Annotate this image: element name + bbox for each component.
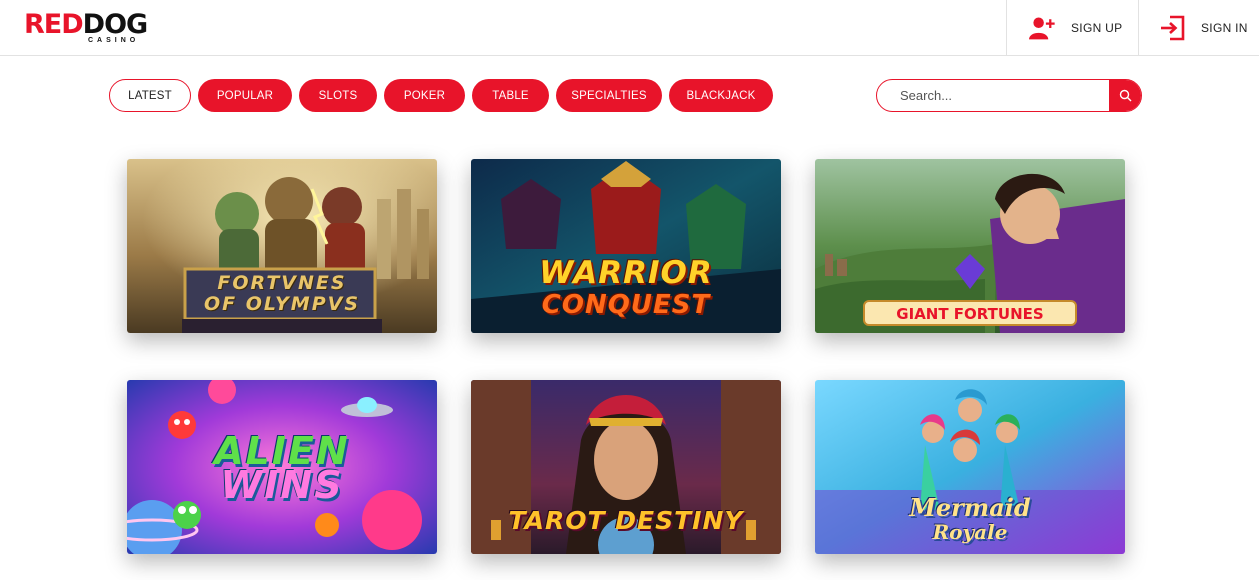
game-tile-tarot-destiny[interactable]: TAROT DESTINY: [471, 380, 781, 554]
game-tile-mermaid-royale[interactable]: Mermaid Royale: [815, 380, 1125, 554]
category-specialties[interactable]: SPECIALTIES: [556, 79, 662, 112]
top-header: REDDOG CASINO SIGN UP SIGN IN: [0, 0, 1259, 56]
search-box: [876, 79, 1142, 112]
search-button[interactable]: [1109, 80, 1141, 111]
category-slots[interactable]: SLOTS: [299, 79, 377, 112]
sign-up-button[interactable]: SIGN UP: [1006, 0, 1138, 56]
search-input[interactable]: [877, 80, 1109, 111]
game-title: FORTVNES OF OLYMPVS: [203, 272, 361, 315]
category-latest[interactable]: LATEST: [109, 79, 191, 112]
game-tile-warrior-conquest[interactable]: WARRIOR CONQUEST: [471, 159, 781, 333]
sign-in-button[interactable]: SIGN IN: [1138, 0, 1259, 56]
game-tile-fortunes-of-olympus[interactable]: FORTVNES OF OLYMPVS: [127, 159, 437, 333]
game-title: ALIEN WINS: [214, 429, 350, 507]
category-popular[interactable]: POPULAR: [198, 79, 292, 112]
sign-up-label: SIGN UP: [1071, 21, 1123, 35]
sign-in-icon: [1159, 14, 1187, 42]
game-tile-alien-wins[interactable]: ALIEN WINS: [127, 380, 437, 554]
category-blackjack[interactable]: BLACKJACK: [669, 79, 773, 112]
sign-in-label: SIGN IN: [1201, 21, 1248, 35]
category-poker[interactable]: POKER: [384, 79, 465, 112]
search-icon: [1119, 89, 1131, 102]
game-tile-giant-fortunes[interactable]: GIANT FORTUNES: [815, 159, 1125, 333]
logo-subtitle: CASINO: [88, 37, 140, 44]
red-dog-casino-logo[interactable]: REDDOG CASINO: [24, 10, 164, 46]
game-title: TAROT DESTINY: [508, 506, 744, 535]
game-title: Mermaid Royale: [909, 493, 1031, 545]
logo-wordmark: REDDOG: [24, 9, 148, 40]
category-table[interactable]: TABLE: [472, 79, 549, 112]
game-title: WARRIOR CONQUEST: [539, 255, 713, 320]
add-user-icon: [1029, 14, 1057, 42]
game-title: GIANT FORTUNES: [863, 300, 1077, 326]
